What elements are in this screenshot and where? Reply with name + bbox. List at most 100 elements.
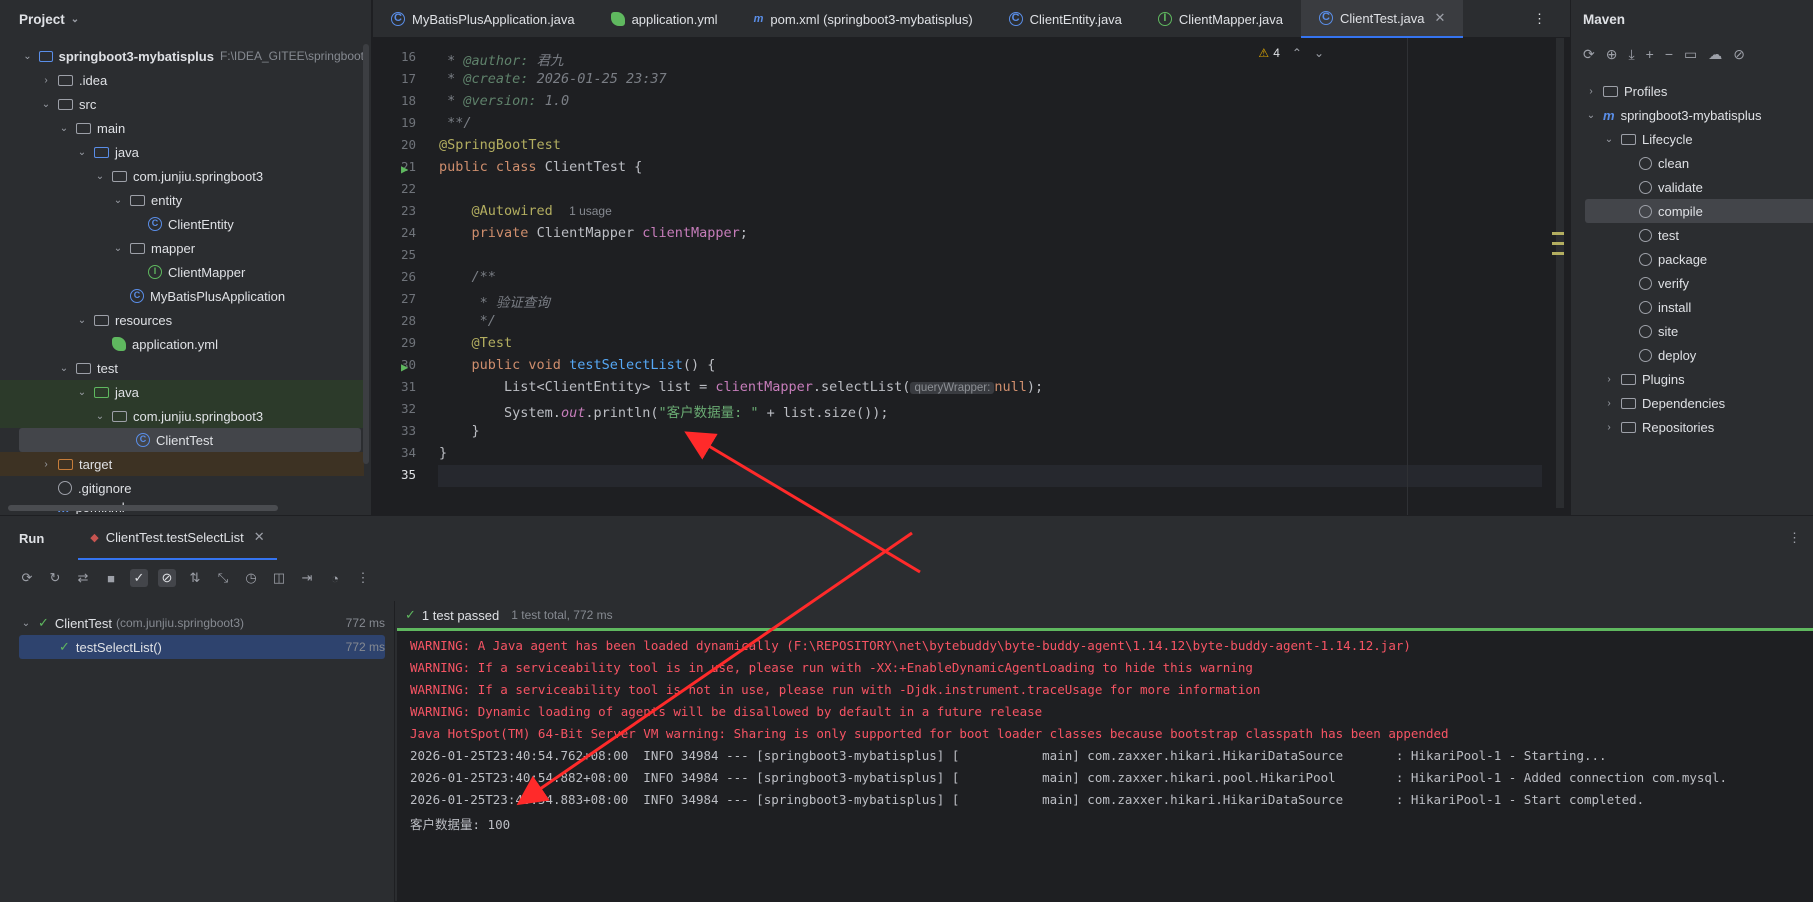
gear-icon	[1639, 252, 1652, 266]
reload-icon[interactable]: ⟳	[1583, 46, 1595, 63]
stop-icon[interactable]: ■	[102, 569, 120, 587]
maven-phase-deploy[interactable]: deploy	[1571, 343, 1813, 367]
maven-plugins[interactable]: › Plugins	[1571, 367, 1813, 391]
maven-repositories[interactable]: › Repositories	[1571, 415, 1813, 439]
toggle-auto-test-icon[interactable]: ⇄	[74, 569, 92, 587]
run-test-method-icon[interactable]: ▶	[401, 360, 408, 374]
tree-item-app[interactable]: C MyBatisPlusApplication	[0, 284, 364, 308]
tree-item-gitignore[interactable]: .gitignore	[0, 476, 364, 500]
folder-icon	[76, 123, 91, 134]
offline-mode-icon[interactable]: ☁	[1708, 46, 1722, 63]
tree-item-clienttest[interactable]: C ClientTest	[19, 428, 361, 452]
chevron-down-icon[interactable]: ⌄	[1314, 46, 1324, 60]
tab-clientmapper[interactable]: I ClientMapper.java	[1140, 0, 1301, 38]
show-passed-icon[interactable]: ✓	[130, 569, 148, 587]
collapse-icon[interactable]: −	[1665, 46, 1673, 63]
tree-item-entity[interactable]: ⌄ entity	[0, 188, 364, 212]
maven-lifecycle[interactable]: ⌄ Lifecycle	[1571, 127, 1813, 151]
more-tabs-icon[interactable]: ⋮	[1509, 0, 1570, 38]
test-case-row[interactable]: ✓ testSelectList() 772 ms	[19, 635, 385, 659]
tree-item-test-java[interactable]: ⌄ java	[0, 380, 364, 404]
collapse-all-icon[interactable]: ⤡	[214, 569, 232, 587]
maven-phase-validate[interactable]: validate	[1571, 175, 1813, 199]
tree-item-main[interactable]: ⌄ main	[0, 116, 364, 140]
maven-phase-verify[interactable]: verify	[1571, 271, 1813, 295]
inspection-widget[interactable]: ⚠ 4 ⌃ ⌄	[1258, 46, 1324, 60]
rerun-failed-icon[interactable]: ↻	[46, 569, 64, 587]
resources-folder-icon	[94, 315, 109, 326]
download-icon[interactable]: ⤓	[1628, 46, 1634, 63]
close-tab-icon[interactable]: ✕	[1435, 10, 1446, 26]
maven-phase-install[interactable]: install	[1571, 295, 1813, 319]
class-icon: C	[391, 12, 405, 26]
package-icon	[130, 195, 145, 206]
tree-item-idea[interactable]: › .idea	[0, 68, 364, 92]
tree-item-resources[interactable]: ⌄ resources	[0, 308, 364, 332]
horizontal-scrollbar[interactable]	[8, 505, 278, 511]
tab-clienttest[interactable]: C ClientTest.java ✕	[1300, 0, 1464, 38]
tree-item-test[interactable]: ⌄ test	[0, 356, 364, 380]
tree-item-target[interactable]: › target	[0, 452, 364, 476]
rerun-icon[interactable]: ⟳	[18, 569, 36, 587]
execute-goal-icon[interactable]: ▭	[1684, 46, 1697, 63]
tree-item-src[interactable]: ⌄ src	[0, 92, 364, 116]
project-panel-title[interactable]: Project ⌄	[0, 0, 371, 38]
ignore-file-icon	[58, 481, 72, 495]
console-output[interactable]: ✓ 1 test passed 1 test total, 772 ms WAR…	[397, 601, 1813, 902]
package-icon	[112, 411, 127, 422]
screenshot-icon[interactable]: ◫	[270, 569, 288, 587]
maven-panel: Maven ⟳ ⊕ ⤓ + − ▭ ☁ ⊘ › Profiles ⌄ m spring…	[1570, 0, 1813, 515]
skip-tests-icon[interactable]: ⊘	[1733, 46, 1745, 63]
more-options-icon[interactable]: ⋮	[1788, 530, 1801, 546]
maven-phase-test[interactable]: test	[1571, 223, 1813, 247]
generate-sources-icon[interactable]: ⊕	[1606, 46, 1618, 63]
line-number: 16	[400, 49, 416, 64]
maven-project[interactable]: ⌄ m springboot3-mybatisplus	[1571, 103, 1813, 127]
close-tab-icon[interactable]: ✕	[254, 529, 265, 545]
tab-application-yml[interactable]: application.yml	[593, 0, 736, 38]
vertical-scrollbar[interactable]	[363, 44, 369, 464]
maven-dependencies[interactable]: › Dependencies	[1571, 391, 1813, 415]
code-line: @Autowired 1 usage	[471, 203, 612, 219]
tab-mybatisplusapplication[interactable]: C MyBatisPlusApplication.java	[373, 0, 593, 38]
test-suite-row[interactable]: ⌄ ✓ ClientTest (com.junjiu.springboot3) 7…	[0, 611, 385, 635]
maven-phase-site[interactable]: site	[1571, 319, 1813, 343]
sort-icon[interactable]: ⇅	[186, 569, 204, 587]
project-panel: Project ⌄ ⌄ springboot3-mybatisplus F:\IDEA…	[0, 0, 372, 515]
maven-profiles[interactable]: › Profiles	[1571, 79, 1813, 103]
maven-phase-clean[interactable]: clean	[1571, 151, 1813, 175]
run-panel-header: Run ◆ ClientTest.testSelectList ✕ ⋮	[0, 516, 1813, 560]
tree-item-test-package[interactable]: ⌄ com.junjiu.springboot3	[0, 404, 364, 428]
passed-icon: ✓	[38, 615, 49, 630]
add-icon[interactable]: +	[1646, 46, 1654, 63]
test-results-tree: ⌄ ✓ ClientTest (com.junjiu.springboot3) 7…	[0, 601, 395, 902]
show-ignored-icon[interactable]: ⊘	[158, 569, 176, 587]
more-options-icon[interactable]: ⋮	[354, 569, 372, 587]
export-icon[interactable]: ⇥	[298, 569, 316, 587]
line-number: 34	[400, 445, 416, 460]
line-number: 17	[400, 71, 416, 86]
tree-item-package[interactable]: ⌄ com.junjiu.springboot3	[0, 164, 364, 188]
error-stripe-mark[interactable]	[1552, 252, 1564, 255]
tree-item-main-java[interactable]: ⌄ java	[0, 140, 364, 164]
maven-phase-package[interactable]: package	[1571, 247, 1813, 271]
tree-item-clientmapper[interactable]: I ClientMapper	[0, 260, 364, 284]
tree-item-root[interactable]: ⌄ springboot3-mybatisplus F:\IDEA_GITEE\sp…	[0, 44, 364, 68]
run-config-tab[interactable]: ◆ ClientTest.testSelectList ✕	[78, 516, 277, 560]
coverage-icon[interactable]: ◔	[326, 569, 344, 587]
console-line: 2026-01-25T23:40:54.882+08:00 INFO 34984…	[410, 770, 1727, 785]
tab-cliententity[interactable]: C ClientEntity.java	[991, 0, 1140, 38]
error-stripe-mark[interactable]	[1552, 242, 1564, 245]
code-editor[interactable]: ⚠ 4 ⌃ ⌄ 16 17 18 19 20 21 22 23 24 25 26 …	[373, 38, 1570, 515]
history-icon[interactable]: ◷	[242, 569, 260, 587]
error-stripe-mark[interactable]	[1552, 232, 1564, 235]
tree-item-cliententity[interactable]: C ClientEntity	[0, 212, 364, 236]
tree-item-mapper[interactable]: ⌄ mapper	[0, 236, 364, 260]
tree-item-application-yml[interactable]: application.yml	[0, 332, 364, 356]
console-line: Java HotSpot(TM) 64-Bit Server VM warnin…	[410, 726, 1449, 741]
chevron-up-icon[interactable]: ⌃	[1292, 46, 1302, 60]
tab-pom-xml[interactable]: m pom.xml (springboot3-mybatisplus)	[736, 0, 991, 38]
editor-scrollbar[interactable]	[1556, 38, 1564, 508]
run-test-class-icon[interactable]: ▶	[401, 162, 408, 176]
maven-phase-compile[interactable]: compile	[1585, 199, 1813, 223]
